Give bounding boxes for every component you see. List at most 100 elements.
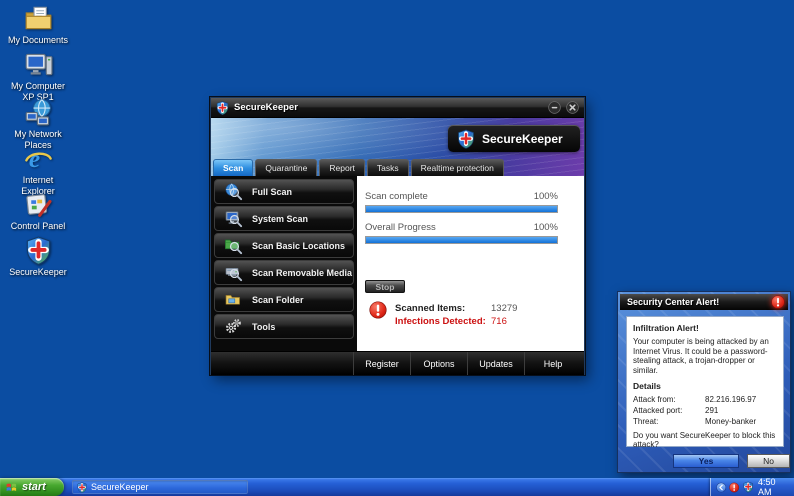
alert-question: Do you want SecureKeeper to block this a…	[633, 431, 777, 450]
window-titlebar[interactable]: SecureKeeper	[211, 98, 584, 118]
tray-alert-icon[interactable]	[729, 482, 739, 493]
taskbar-item-label: SecureKeeper	[91, 482, 149, 492]
detail-value: Money-banker	[705, 417, 756, 427]
my-computer-icon	[24, 50, 53, 79]
desktop-icon-control-panel[interactable]: Control Panel	[5, 190, 71, 232]
infections-detected-label: Infections Detected:	[395, 316, 486, 327]
desktop-icon-securekeeper[interactable]: SecureKeeper	[5, 236, 71, 278]
infection-alert-icon	[369, 301, 387, 319]
tab-realtime-protection[interactable]: Realtime protection	[411, 159, 504, 176]
window-body: Full Scan System Scan Scan Basic Locatio…	[211, 176, 584, 351]
tab-scan[interactable]: Scan	[213, 159, 253, 176]
detail-label: Attack from:	[633, 395, 705, 405]
control-panel-icon	[24, 190, 53, 219]
no-button[interactable]: No	[747, 454, 790, 468]
help-button[interactable]: Help	[524, 352, 581, 375]
sidebar-item-label: System Scan	[252, 214, 308, 224]
scan-complete-progress-fill	[366, 206, 557, 212]
desktop-icon-my-documents[interactable]: My Documents	[5, 4, 71, 46]
brand-logo: SecureKeeper	[448, 125, 580, 152]
scan-complete-progressbar	[365, 205, 558, 213]
detail-row-attacked-port: Attacked port: 291	[633, 406, 777, 416]
my-documents-icon	[24, 4, 53, 33]
alert-heading: Infiltration Alert!	[633, 323, 777, 333]
tray-securekeeper-icon[interactable]	[743, 481, 753, 493]
overall-progress-fill	[366, 237, 557, 243]
system-scan-icon	[224, 209, 243, 228]
scan-complete-percent: 100%	[534, 191, 558, 202]
security-center-alert-window: Security Center Alert! Infiltration Aler…	[617, 291, 791, 473]
stop-button[interactable]: Stop	[365, 280, 405, 293]
desktop-icon-label: Control Panel	[11, 221, 66, 232]
minimize-button[interactable]	[548, 101, 561, 114]
securekeeper-shield-icon	[77, 482, 87, 493]
sidebar-item-scan-basic-locations[interactable]: Scan Basic Locations	[214, 233, 354, 258]
window-title: SecureKeeper	[234, 102, 543, 113]
alert-exclamation-icon	[771, 295, 785, 309]
tab-bar: Scan Quarantine Report Tasks Realtime pr…	[213, 159, 504, 176]
detail-label: Attacked port:	[633, 406, 705, 416]
windows-flag-icon	[5, 481, 18, 494]
scan-complete-label: Scan complete	[365, 191, 428, 202]
alert-message-box: Infiltration Alert! Your computer is bei…	[626, 316, 784, 447]
overall-progressbar	[365, 236, 558, 244]
sidebar-item-label: Scan Basic Locations	[252, 241, 345, 251]
clock[interactable]: 4:50 AM	[758, 477, 789, 496]
taskbar-item-securekeeper[interactable]: SecureKeeper	[72, 480, 248, 494]
securekeeper-shield-icon	[216, 101, 229, 115]
desktop-icon-internet-explorer[interactable]: Internet Explorer	[5, 144, 71, 197]
alert-details-heading: Details	[633, 381, 777, 391]
securekeeper-shield-icon	[24, 236, 53, 265]
sidebar-item-scan-removable-media[interactable]: Scan Removable Media	[214, 260, 354, 285]
sidebar-item-full-scan[interactable]: Full Scan	[214, 179, 354, 204]
securekeeper-shield-icon	[457, 129, 475, 149]
overall-progress-percent: 100%	[534, 222, 558, 233]
tray-collapse-chevron-icon[interactable]	[716, 482, 726, 493]
updates-button[interactable]: Updates	[467, 352, 524, 375]
sidebar-item-system-scan[interactable]: System Scan	[214, 206, 354, 231]
tab-report[interactable]: Report	[319, 159, 365, 176]
brand-name: SecureKeeper	[482, 132, 563, 146]
desktop-icon-my-network-places[interactable]: My Network Places	[5, 98, 71, 151]
scanned-items-value: 13279	[491, 303, 517, 314]
alert-title: Security Center Alert!	[627, 297, 771, 307]
tab-quarantine[interactable]: Quarantine	[255, 159, 317, 176]
sidebar-item-label: Scan Removable Media	[252, 268, 352, 278]
sidebar-item-tools[interactable]: Tools	[214, 314, 354, 339]
minimize-icon	[548, 101, 561, 114]
close-button[interactable]	[566, 101, 579, 114]
tab-tasks[interactable]: Tasks	[367, 159, 409, 176]
my-network-places-icon	[24, 98, 53, 127]
start-button-label: start	[22, 481, 46, 493]
sidebar-item-label: Full Scan	[252, 187, 292, 197]
sidebar-item-label: Tools	[252, 322, 275, 332]
scan-basic-locations-icon	[224, 236, 243, 255]
full-scan-icon	[224, 182, 243, 201]
detail-value: 82.216.196.97	[705, 395, 756, 405]
alert-titlebar[interactable]: Security Center Alert!	[620, 294, 788, 310]
scan-complete-row: Scan complete 100%	[365, 191, 558, 202]
detail-value: 291	[705, 406, 718, 416]
start-button[interactable]: start	[0, 478, 64, 496]
overall-progress-label: Overall Progress	[365, 222, 436, 233]
desktop-icon-label: SecureKeeper	[9, 267, 67, 278]
close-icon	[566, 101, 579, 114]
system-tray: 4:50 AM	[710, 478, 794, 496]
infections-detected-value: 716	[491, 316, 507, 327]
desktop-icon-my-computer[interactable]: My Computer XP SP1	[5, 50, 71, 103]
yes-button[interactable]: Yes	[673, 454, 739, 468]
desktop-icon-label: My Documents	[8, 35, 68, 46]
register-button[interactable]: Register	[353, 352, 410, 375]
alert-message: Your computer is being attacked by an In…	[633, 337, 777, 375]
overall-progress-row: Overall Progress 100%	[365, 222, 558, 233]
footer-menu: Register Options Updates Help	[353, 352, 581, 375]
options-button[interactable]: Options	[410, 352, 467, 375]
scan-removable-media-icon	[224, 263, 243, 282]
detail-label: Threat:	[633, 417, 705, 427]
sidebar-item-scan-folder[interactable]: Scan Folder	[214, 287, 354, 312]
scan-folder-icon	[224, 290, 243, 309]
sidebar-item-label: Scan Folder	[252, 295, 304, 305]
detail-row-attack-from: Attack from: 82.216.196.97	[633, 395, 777, 405]
window-footer: Register Options Updates Help	[211, 351, 584, 375]
scanned-items-label: Scanned Items:	[395, 303, 465, 314]
